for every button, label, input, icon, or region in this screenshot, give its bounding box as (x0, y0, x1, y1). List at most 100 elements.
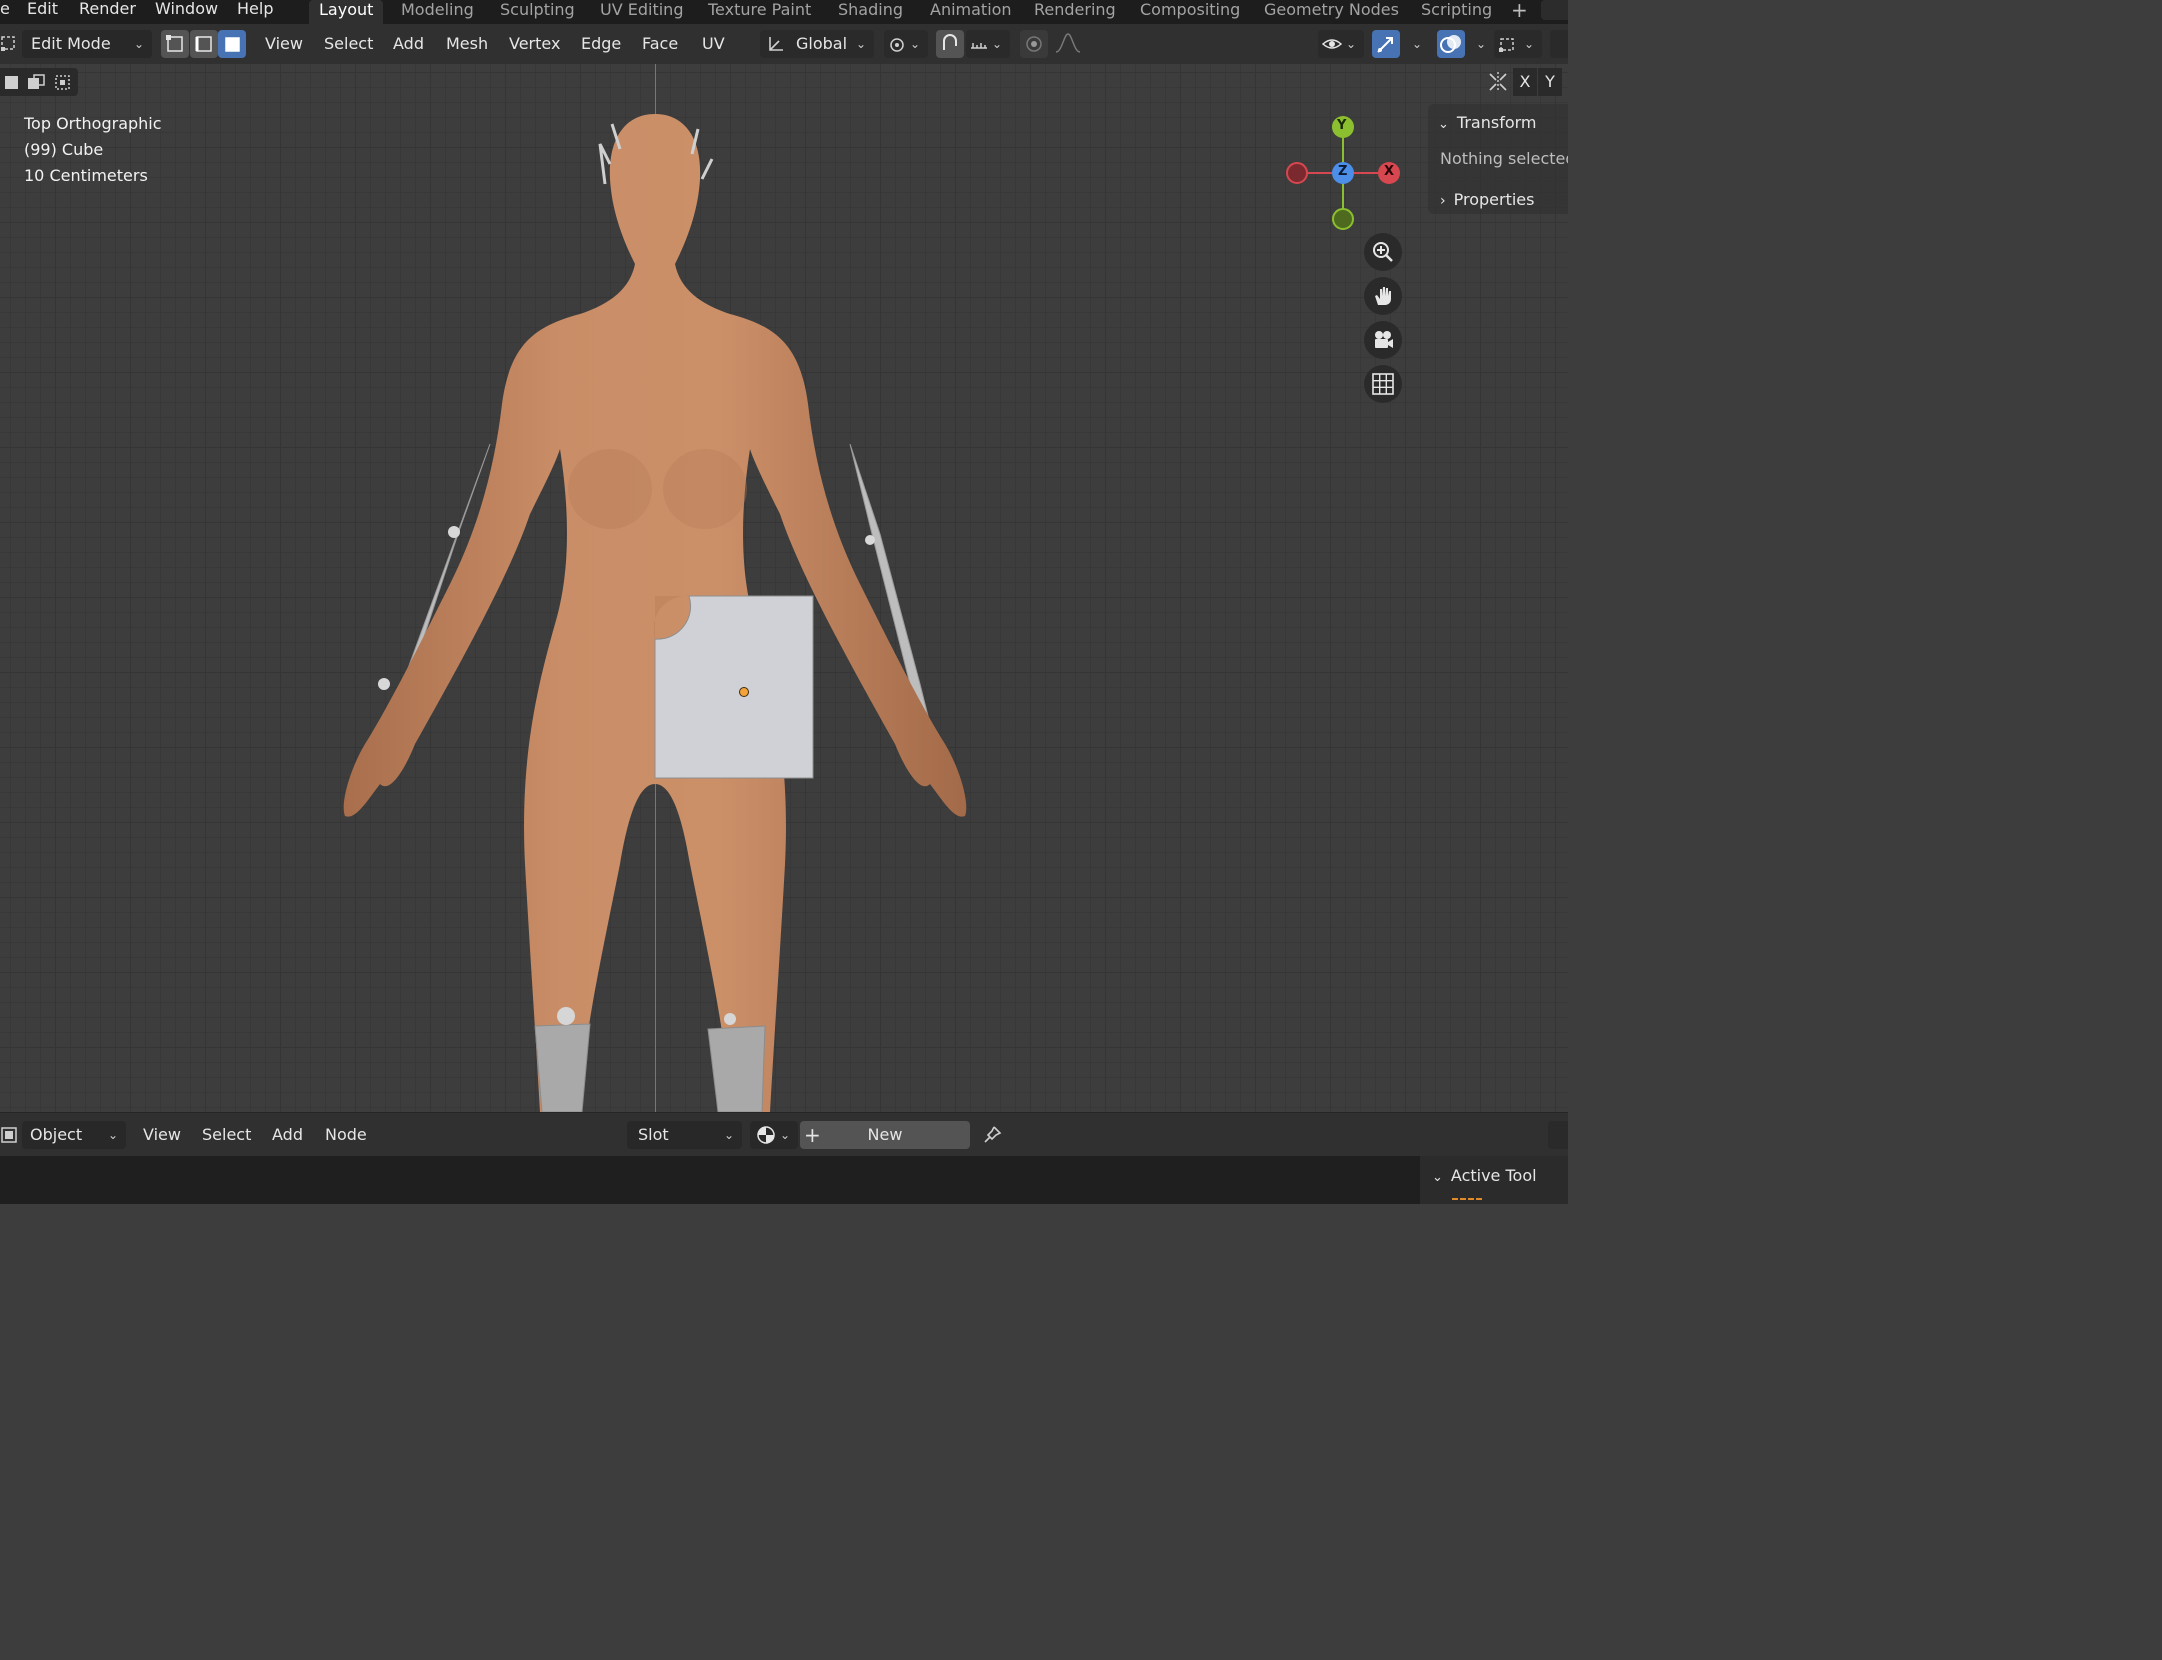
node-editor-area[interactable] (0, 1156, 1568, 1204)
node-sidebar-toggle[interactable] (1548, 1121, 1568, 1149)
gizmo-z-label: Z (1338, 164, 1348, 179)
active-tool-panel: ⌄ Active Tool (1420, 1156, 1568, 1204)
chevron-down-icon: ⌄ (723, 1128, 734, 1142)
chevron-right-icon: › (1440, 193, 1446, 209)
gizmo-y-label: Y (1337, 118, 1347, 133)
plus-icon: + (804, 1123, 821, 1147)
menu-help[interactable]: Help (237, 0, 273, 24)
chevron-down-icon: ⌄ (909, 37, 920, 51)
properties-panel-label: Properties (1453, 190, 1535, 209)
menu-file-partial[interactable]: e (0, 0, 10, 24)
pan-button[interactable] (1364, 277, 1402, 315)
menu-view[interactable]: View (265, 30, 303, 58)
tab-rendering[interactable]: Rendering (1034, 0, 1116, 24)
mesh-edit-overlays-dropdown[interactable]: ⌄ (1494, 30, 1542, 58)
node-editor-type-icon[interactable] (0, 1124, 22, 1148)
menu-add[interactable]: Add (393, 30, 424, 58)
menu-render[interactable]: Render (79, 0, 136, 24)
material-sphere-icon (757, 1126, 775, 1144)
visibility-dropdown[interactable]: ⌄ (1318, 30, 1364, 58)
menu-mesh[interactable]: Mesh (446, 30, 488, 58)
hand-icon (1375, 287, 1391, 305)
tab-geometry-nodes[interactable]: Geometry Nodes (1264, 0, 1399, 24)
overlays-dropdown[interactable]: ⌄ (1466, 30, 1490, 58)
mesh-overlay-icon (1499, 38, 1514, 52)
new-material-label: New (867, 1125, 903, 1144)
chevron-down-icon: ⌄ (1411, 37, 1422, 51)
snap-toggle-icon[interactable] (936, 30, 964, 58)
add-workspace-button[interactable]: + (1511, 0, 1528, 24)
chevron-down-icon: ⌄ (1438, 117, 1449, 132)
face-select-icon[interactable] (218, 30, 246, 58)
nothing-selected-label: Nothing selected (1440, 149, 1568, 168)
menu-edit[interactable]: Edit (27, 0, 58, 24)
transform-orientation-dropdown[interactable]: Global ⌄ (760, 30, 874, 58)
transform-panel-header[interactable]: ⌄ Transform (1438, 113, 1537, 132)
chevron-down-icon: ⌄ (1432, 1170, 1443, 1185)
mirror-icon[interactable] (1486, 70, 1510, 94)
transform-panel-label: Transform (1456, 113, 1537, 132)
object-origin-dot (739, 687, 749, 697)
overlays-toggle-icon[interactable] (1437, 30, 1465, 58)
gizmo-toggle-icon[interactable] (1372, 30, 1400, 58)
mirror-x-button[interactable]: X (1513, 68, 1537, 96)
active-tool-header[interactable]: ⌄ Active Tool (1432, 1166, 1537, 1185)
tab-uv-editing[interactable]: UV Editing (600, 0, 683, 24)
tab-modeling[interactable]: Modeling (401, 0, 474, 24)
select-mode-toolbar (0, 68, 78, 96)
active-tool-label: Active Tool (1450, 1166, 1537, 1185)
zoom-button[interactable] (1364, 233, 1402, 271)
slot-dropdown[interactable]: Slot ⌄ (627, 1121, 742, 1149)
node-menu-view[interactable]: View (143, 1121, 181, 1149)
slot-label: Slot (638, 1125, 669, 1144)
menu-face[interactable]: Face (642, 30, 678, 58)
node-menu-add[interactable]: Add (272, 1121, 303, 1149)
material-browse-dropdown[interactable]: ⌄ (750, 1121, 798, 1149)
object-type-dropdown[interactable]: Object ⌄ (22, 1121, 126, 1149)
object-info-label: (99) Cube (24, 140, 104, 159)
camera-view-button[interactable] (1364, 321, 1402, 359)
menu-window[interactable]: Window (155, 0, 218, 24)
gizmo-dropdown[interactable]: ⌄ (1402, 30, 1426, 58)
top-menu-bar: e Edit Render Window Help Layout Modelin… (0, 0, 1568, 24)
mode-dropdown[interactable]: Edit Mode ⌄ (22, 30, 152, 58)
tab-texture-paint[interactable]: Texture Paint (708, 0, 811, 24)
new-material-button[interactable]: + New (800, 1121, 970, 1149)
tab-animation[interactable]: Animation (930, 0, 1012, 24)
chevron-down-icon: ⌄ (1475, 37, 1486, 51)
vertex-select-icon[interactable] (161, 30, 189, 58)
falloff-curve-icon[interactable] (1052, 30, 1092, 58)
pin-icon[interactable] (981, 1124, 1003, 1146)
zoom-icon (1373, 242, 1393, 262)
menu-edge[interactable]: Edge (581, 30, 621, 58)
select-extend-icon[interactable] (26, 73, 46, 91)
node-menu-node[interactable]: Node (325, 1121, 367, 1149)
tab-layout[interactable]: Layout (309, 0, 384, 24)
tab-compositing[interactable]: Compositing (1140, 0, 1240, 24)
pivot-point-dropdown[interactable]: ⌄ (884, 30, 928, 58)
camera-icon (1375, 331, 1393, 348)
menu-vertex[interactable]: Vertex (509, 30, 560, 58)
chevron-down-icon: ⌄ (855, 37, 866, 51)
properties-panel-header[interactable]: › Properties (1440, 190, 1534, 209)
tab-sculpting[interactable]: Sculpting (500, 0, 575, 24)
edge-select-icon[interactable] (190, 30, 218, 58)
mirror-y-button[interactable]: Y (1538, 68, 1562, 96)
scene-selector-icon[interactable] (1541, 0, 1568, 20)
chevron-down-icon: ⌄ (1523, 37, 1534, 51)
snap-target-dropdown[interactable]: ⌄ (966, 30, 1010, 58)
select-new-icon[interactable] (2, 73, 20, 91)
editor-type-icon[interactable] (0, 32, 22, 56)
menu-select[interactable]: Select (324, 30, 373, 58)
3d-viewport[interactable]: Top Orthographic (99) Cube 10 Centimeter… (0, 64, 1568, 1112)
object-type-label: Object (30, 1125, 83, 1144)
node-menu-select[interactable]: Select (202, 1121, 251, 1149)
proportional-editing-icon[interactable] (1020, 30, 1048, 58)
xray-toggle-icon[interactable] (1550, 30, 1568, 58)
perspective-toggle-button[interactable] (1364, 365, 1402, 403)
cube-mesh[interactable] (654, 595, 816, 781)
select-subtract-icon[interactable] (53, 73, 73, 91)
menu-uv[interactable]: UV (702, 30, 725, 58)
tab-scripting[interactable]: Scripting (1421, 0, 1492, 24)
tab-shading[interactable]: Shading (838, 0, 903, 24)
